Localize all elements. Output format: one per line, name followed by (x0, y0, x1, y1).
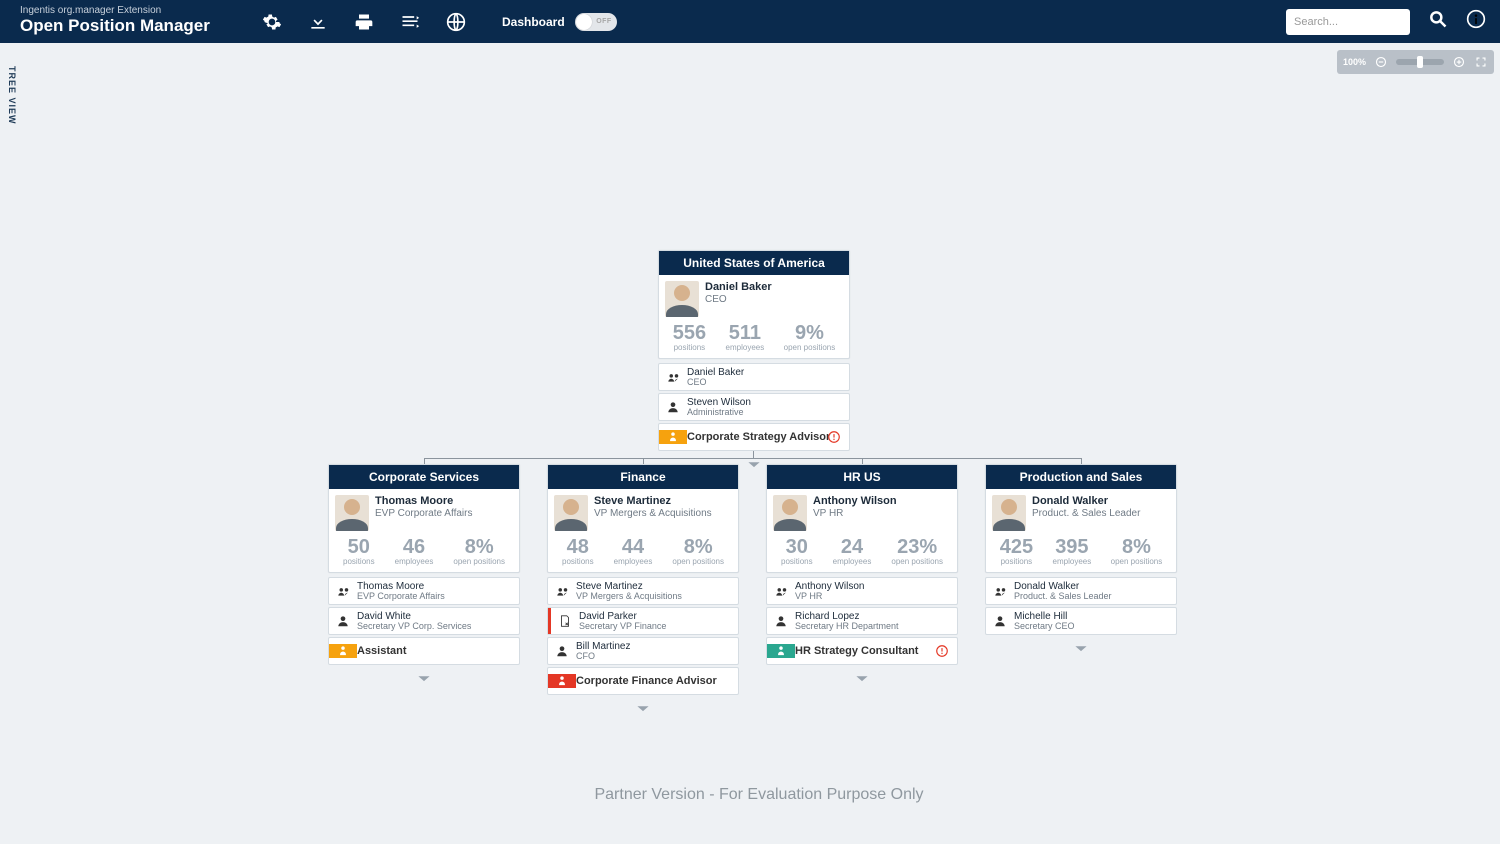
dashboard-label: Dashboard (502, 15, 565, 29)
list-item[interactable]: Daniel BakerCEO (658, 363, 850, 391)
list-item[interactable]: Thomas MooreEVP Corporate Affairs (328, 577, 520, 605)
chevron-down-icon[interactable] (328, 671, 520, 689)
org-card-root[interactable]: United States of America Daniel Baker CE… (658, 250, 850, 359)
person-role: CEO (705, 294, 772, 305)
list-item[interactable]: David ParkerSecretary VP Finance (547, 607, 739, 635)
org-icon (659, 370, 687, 384)
avatar (665, 281, 699, 317)
app-header: Ingentis org.manager Extension Open Posi… (0, 0, 1500, 43)
reports-finance: Steve MartinezVP Mergers & AcquisitionsD… (547, 577, 739, 719)
list-item[interactable]: HR Strategy Consultant (766, 637, 958, 665)
org-chart-canvas[interactable]: United States of America Daniel Baker CE… (18, 43, 1500, 844)
org-card-corporate-services[interactable]: Corporate Services Thomas MooreEVP Corpo… (328, 464, 520, 573)
person-icon (767, 614, 795, 628)
org-icon (548, 584, 576, 598)
person-icon (329, 614, 357, 628)
treeview-tab[interactable]: TREE VIEW (5, 60, 19, 131)
list-item[interactable]: Assistant (328, 637, 520, 665)
app-title: Open Position Manager (20, 16, 230, 36)
avatar (335, 495, 369, 531)
avatar (554, 495, 588, 531)
chair-icon (548, 674, 576, 688)
chevron-down-icon[interactable] (766, 671, 958, 689)
chair-icon (329, 644, 357, 658)
avatar (992, 495, 1026, 531)
download-icon[interactable] (308, 12, 328, 32)
list-item[interactable]: Steve MartinezVP Mergers & Acquisitions (547, 577, 739, 605)
list-item[interactable]: Richard LopezSecretary HR Department (766, 607, 958, 635)
evaluation-footer: Partner Version - For Evaluation Purpose… (18, 786, 1500, 804)
list-item[interactable]: Steven WilsonAdministrative (658, 393, 850, 421)
reports-production-sales: Donald WalkerProduct. & Sales LeaderMich… (985, 577, 1177, 659)
search-icon[interactable] (1428, 9, 1448, 34)
chevron-down-icon[interactable] (547, 701, 739, 719)
info-icon[interactable] (1466, 9, 1486, 34)
org-card-hr-us[interactable]: HR US Anthony WilsonVP HR 30positions 24… (766, 464, 958, 573)
globe-icon[interactable] (446, 12, 466, 32)
list-item[interactable]: Corporate Finance Advisor (547, 667, 739, 695)
root-reports: Daniel BakerCEOSteven WilsonAdministrati… (658, 363, 850, 475)
doc-icon (551, 614, 579, 628)
dept-name: United States of America (659, 251, 849, 275)
print-icon[interactable] (354, 12, 374, 32)
list-item[interactable]: Bill MartinezCFO (547, 637, 739, 665)
chevron-down-icon[interactable] (985, 641, 1177, 659)
search-input[interactable] (1286, 9, 1410, 35)
chair-icon (659, 430, 687, 444)
list-icon[interactable] (400, 12, 420, 32)
org-card-production-sales[interactable]: Production and Sales Donald WalkerProduc… (985, 464, 1177, 573)
list-item[interactable]: Donald WalkerProduct. & Sales Leader (985, 577, 1177, 605)
org-icon (329, 584, 357, 598)
person-icon (659, 400, 687, 414)
avatar (773, 495, 807, 531)
person-name: Daniel Baker (705, 281, 772, 293)
reports-corporate-services: Thomas MooreEVP Corporate AffairsDavid W… (328, 577, 520, 689)
list-item[interactable]: David WhiteSecretary VP Corp. Services (328, 607, 520, 635)
chair-icon (767, 644, 795, 658)
person-icon (548, 644, 576, 658)
alert-icon (827, 430, 841, 444)
dashboard-toggle[interactable]: OFF (575, 13, 617, 31)
org-icon (767, 584, 795, 598)
org-icon (986, 584, 1014, 598)
org-card-finance[interactable]: Finance Steve MartinezVP Mergers & Acqui… (547, 464, 739, 573)
person-icon (986, 614, 1014, 628)
reports-hr-us: Anthony WilsonVP HRRichard LopezSecretar… (766, 577, 958, 689)
list-item[interactable]: Anthony WilsonVP HR (766, 577, 958, 605)
app-subtitle: Ingentis org.manager Extension (20, 6, 230, 16)
alert-icon (935, 644, 949, 658)
gear-icon[interactable] (262, 12, 282, 32)
list-item[interactable]: Michelle HillSecretary CEO (985, 607, 1177, 635)
list-item[interactable]: Corporate Strategy Advisor (658, 423, 850, 451)
